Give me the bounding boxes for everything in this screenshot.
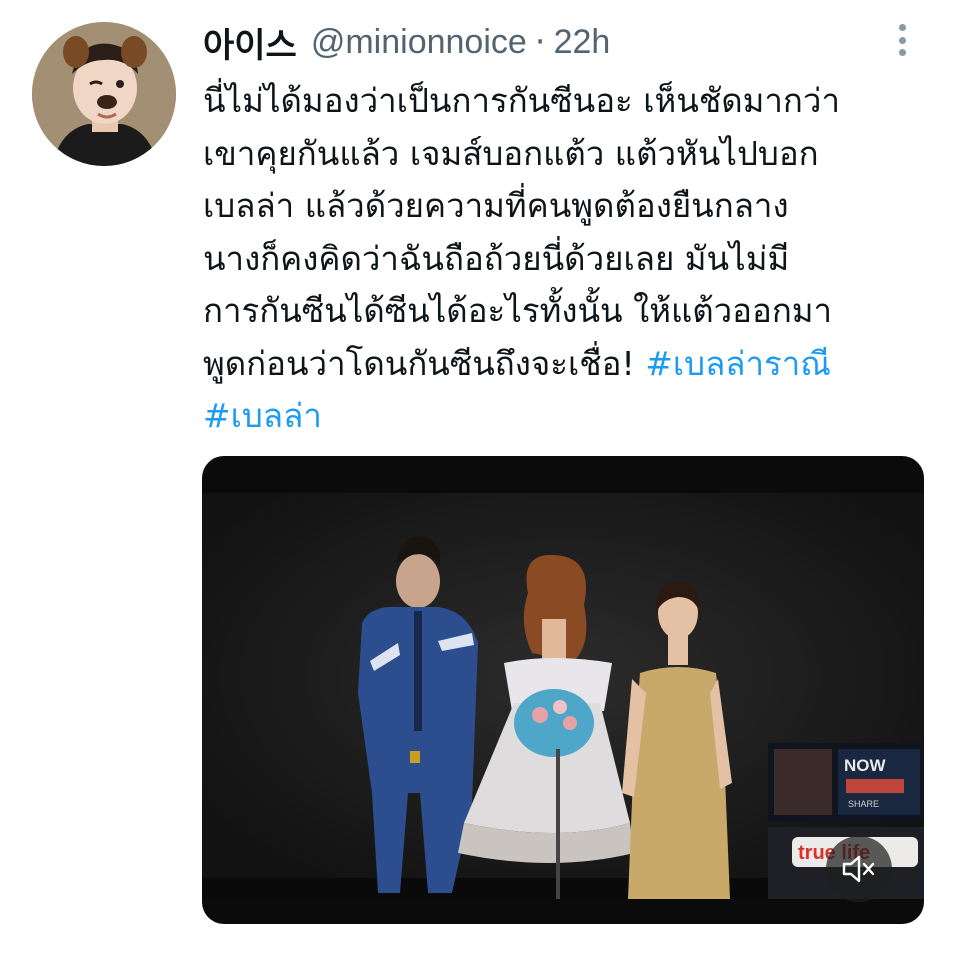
- hashtag-link[interactable]: #เบลล่า: [203, 396, 322, 435]
- tweet-line: เขาคุยกันแล้ว เจมส์บอกแต้ว แต้วหันไปบอก: [203, 133, 819, 173]
- sign-subtext: SHARE: [848, 799, 879, 809]
- separator-dot: ·: [534, 22, 546, 62]
- author-name[interactable]: 아이스: [203, 18, 297, 67]
- tweet-line: การกันซีนได้ซีนได้อะไรทั้งนั้น ให้แต้วออ…: [203, 291, 833, 330]
- mute-toggle-button[interactable]: [826, 836, 892, 902]
- video-still: NOW SHARE true life: [202, 493, 924, 899]
- sign-text: NOW: [844, 756, 887, 775]
- hashtag-link[interactable]: #เบลล่าราณี: [645, 344, 831, 383]
- avatar[interactable]: [32, 22, 176, 166]
- tweet-line: พูดก่อนว่าโดนกันซีนถึงจะเชื่อ! #เบลล่ารา…: [203, 338, 933, 391]
- tweet-line: นี่ไม่ได้มองว่าเป็นการกันซีนอะ เห็นชัดมา…: [203, 81, 840, 120]
- more-options-button[interactable]: [884, 22, 920, 58]
- timestamp[interactable]: 22h: [554, 23, 611, 62]
- tweet-line: #เบลล่า: [203, 390, 933, 443]
- tweet-line: นางก็คงคิดว่าฉันถือถ้วยนี่ด้วยเลย มันไม่…: [203, 238, 790, 278]
- more-vertical-icon-dot: [898, 49, 906, 56]
- speaker-muted-icon: [842, 855, 875, 883]
- author-handle[interactable]: @minionnoice: [311, 23, 527, 62]
- tweet-text: นี่ไม่ได้มองว่าเป็นการกันซีนอะ เห็นชัดมา…: [203, 75, 933, 443]
- avatar-image: [32, 22, 176, 166]
- more-vertical-icon: [898, 24, 906, 31]
- video-player[interactable]: NOW SHARE true life: [202, 456, 924, 924]
- more-vertical-icon-dot: [898, 36, 906, 44]
- tweet-header: 아이스 @minionnoice · 22h: [203, 16, 610, 68]
- tweet-line: เบลล่า แล้วด้วยความที่คนพูดต้องยืนกลาง: [203, 186, 789, 225]
- video-frame[interactable]: NOW SHARE true life: [202, 493, 924, 899]
- tweet-line-text: พูดก่อนว่าโดนกันซีนถึงจะเชื่อ!: [203, 343, 646, 383]
